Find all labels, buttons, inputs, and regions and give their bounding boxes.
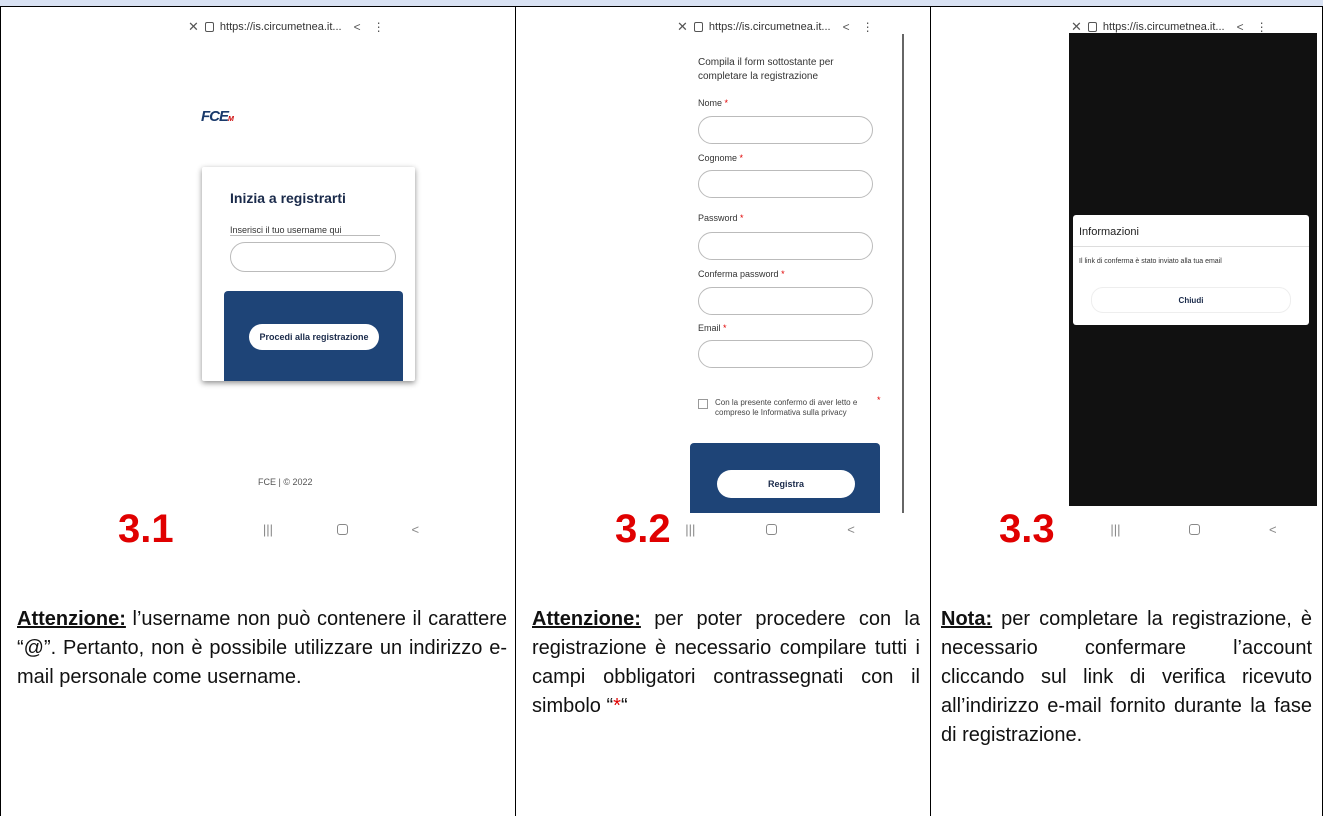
panel-3-2: ✕ https://is.circumetnea.it... < ⋮ Compi… (516, 7, 930, 816)
close-tab-icon[interactable]: ✕ (188, 19, 199, 35)
url-text[interactable]: https://is.circumetnea.it... (1103, 21, 1225, 33)
panel-3-1: ✕ https://is.circumetnea.it... < ⋮ FCEM … (1, 7, 515, 816)
dialog-divider (1073, 246, 1309, 247)
home-icon[interactable] (765, 523, 777, 535)
more-options-icon[interactable]: ⋮ (373, 20, 385, 34)
caption-heading: Nota: (941, 608, 993, 630)
scrollbar[interactable] (902, 34, 904, 513)
lock-icon (693, 22, 703, 32)
privacy-checkbox[interactable] (698, 399, 708, 409)
step-number: 3.1 (118, 507, 174, 551)
caption-3-2: Attenzione: per poter procedere con la r… (532, 605, 920, 721)
card-title: Inizia a registrarti (230, 190, 346, 206)
cognome-input[interactable] (698, 170, 873, 198)
field-label-email: Email * (698, 323, 727, 333)
share-icon[interactable]: < (843, 20, 850, 34)
form-intro: Compila il form sottostante per completa… (698, 57, 834, 82)
url-text[interactable]: https://is.circumetnea.it... (220, 21, 342, 33)
recents-icon[interactable]: ||| (1110, 522, 1120, 537)
share-icon[interactable]: < (1237, 20, 1244, 34)
home-icon[interactable] (1189, 523, 1201, 535)
username-label: Inserisci il tuo username qui (230, 225, 380, 236)
more-options-icon[interactable]: ⋮ (1256, 20, 1268, 34)
page-footer: FCE | © 2022 (258, 477, 313, 487)
privacy-text: Con la presente confermo di aver letto e… (715, 398, 858, 417)
back-icon[interactable]: < (1269, 522, 1277, 537)
blue-action-panel: Registra (690, 443, 880, 513)
url-text[interactable]: https://is.circumetnea.it... (709, 21, 831, 33)
android-nav-bar: ||| < (231, 517, 451, 541)
recents-icon[interactable]: ||| (685, 522, 695, 537)
fce-logo: FCEM (201, 108, 234, 125)
nome-input[interactable] (698, 116, 873, 144)
caption-3-3: Nota: per completare la registrazione, è… (941, 605, 1312, 750)
field-label-cognome: Cognome * (698, 153, 744, 163)
browser-url-bar: ✕ https://is.circumetnea.it... < ⋮ (677, 15, 874, 39)
dialog-message: Il link di conferma è stato inviato alla… (1079, 258, 1222, 265)
email-input[interactable] (698, 340, 873, 368)
lock-icon (1087, 22, 1097, 32)
field-label-password: Password * (698, 213, 744, 223)
back-icon[interactable]: < (412, 522, 420, 537)
recents-icon[interactable]: ||| (263, 522, 273, 537)
dimmed-screen-overlay: Informazioni Il link di conferma è stato… (1069, 33, 1317, 506)
panel-3-3: ✕ https://is.circumetnea.it... < ⋮ Infor… (931, 7, 1322, 816)
step-number: 3.3 (999, 507, 1055, 551)
confirm-password-input[interactable] (698, 287, 873, 315)
share-icon[interactable]: < (354, 20, 361, 34)
caption-heading: Attenzione: (17, 608, 126, 630)
registration-card: Inizia a registrarti Inserisci il tuo us… (202, 167, 415, 381)
dialog-title: Informazioni (1079, 226, 1139, 238)
blue-action-panel: Procedi alla registrazione (224, 291, 403, 381)
caption-heading: Attenzione: (532, 608, 641, 630)
field-label-conferma-password: Conferma password * (698, 269, 785, 279)
close-tab-icon[interactable]: ✕ (677, 19, 688, 35)
caption-3-1: Attenzione: l’username non può contenere… (17, 605, 507, 692)
more-options-icon[interactable]: ⋮ (862, 20, 874, 34)
home-icon[interactable] (336, 523, 348, 535)
caption-end: “ (620, 695, 628, 717)
android-nav-bar: ||| < (1076, 517, 1311, 541)
close-dialog-button[interactable]: Chiudi (1091, 287, 1291, 313)
header-strip (0, 0, 1323, 7)
info-dialog: Informazioni Il link di conferma è stato… (1073, 215, 1309, 325)
lock-icon (204, 22, 214, 32)
browser-url-bar: ✕ https://is.circumetnea.it... < ⋮ (188, 15, 385, 39)
caption-body: per completare la registrazione, è neces… (941, 608, 1312, 746)
field-label-nome: Nome * (698, 98, 729, 108)
back-icon[interactable]: < (847, 522, 855, 537)
password-input[interactable] (698, 232, 873, 260)
android-nav-bar: ||| < (650, 517, 890, 541)
register-button[interactable]: Registra (717, 470, 855, 498)
caption-star: * (613, 695, 621, 717)
proceed-registration-button[interactable]: Procedi alla registrazione (249, 324, 379, 350)
privacy-required-mark: * (877, 395, 881, 405)
username-input[interactable] (230, 242, 396, 272)
